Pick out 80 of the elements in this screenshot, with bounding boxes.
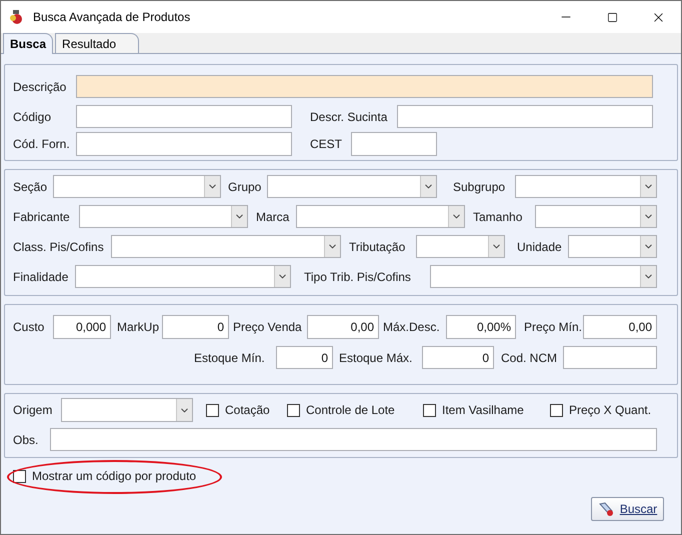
input-field[interactable]: 0,00% <box>446 315 516 339</box>
field-label: Marca <box>256 208 290 226</box>
dropdown-field[interactable] <box>53 175 221 198</box>
tab[interactable]: Resultado <box>55 33 140 53</box>
checkbox[interactable] <box>13 470 26 482</box>
chevron-down-icon <box>448 206 464 227</box>
chevron-down-icon <box>176 399 192 421</box>
chevron-down-icon <box>640 266 656 287</box>
dropdown-field[interactable] <box>568 235 657 258</box>
field-label: Class. Pis/Cofins <box>13 238 105 256</box>
field-label: Grupo <box>228 178 262 196</box>
dropdown-field[interactable] <box>515 175 657 198</box>
field-label: Cotação <box>225 402 270 419</box>
input-field[interactable] <box>76 132 292 156</box>
chevron-down-icon <box>640 236 656 257</box>
chevron-down-icon <box>274 266 290 287</box>
field-label: Subgrupo <box>453 178 506 196</box>
chevron-down-icon <box>420 176 436 197</box>
chevron-down-icon <box>640 206 656 227</box>
input-field[interactable]: 0 <box>276 346 333 369</box>
field-label: Preço Mín. <box>524 319 583 336</box>
input-field[interactable] <box>76 105 292 128</box>
app-icon <box>9 9 25 25</box>
field-label: Fabricante <box>13 208 71 226</box>
field-label: Descrição <box>13 78 68 96</box>
field-label: Unidade <box>517 238 563 256</box>
input-field[interactable]: 0,00 <box>583 315 657 339</box>
field-label: Tipo Trib. Pis/Cofins <box>304 268 412 286</box>
checkbox[interactable] <box>423 404 436 416</box>
chevron-down-icon <box>204 176 220 197</box>
dropdown-field[interactable] <box>111 235 341 258</box>
field-label: Estoque Máx. <box>339 350 414 366</box>
search-button[interactable]: Buscar <box>591 497 664 521</box>
chevron-down-icon <box>640 176 656 197</box>
field-label: Tributação <box>349 238 406 256</box>
input-field[interactable] <box>397 105 653 128</box>
dropdown-field[interactable] <box>430 265 657 288</box>
chevron-down-icon <box>488 236 504 257</box>
field-label: Custo <box>13 319 46 336</box>
field-label: Seção <box>13 178 48 196</box>
input-field[interactable] <box>50 428 657 451</box>
input-field[interactable]: 0 <box>162 315 229 339</box>
dropdown-field[interactable] <box>267 175 437 198</box>
checkbox[interactable] <box>206 404 219 416</box>
field-label: CEST <box>310 136 344 153</box>
field-label: Controle de Lote <box>306 402 395 419</box>
dropdown-field[interactable] <box>75 265 291 288</box>
field-label: Item Vasilhame <box>442 402 524 419</box>
input-field[interactable]: 0,000 <box>53 315 111 339</box>
window-title: Busca Avançada de Produtos <box>33 9 190 26</box>
field-label: Código <box>13 108 52 126</box>
tab[interactable]: Busca <box>3 33 54 54</box>
input-field[interactable]: 0 <box>422 346 494 369</box>
checkbox[interactable] <box>550 404 563 416</box>
field-label: Preço Venda <box>233 319 303 336</box>
field-label: Cod. NCM <box>501 350 558 366</box>
dropdown-field[interactable] <box>61 398 193 422</box>
dropdown-field[interactable] <box>296 205 465 228</box>
field-label: Tamanho <box>473 208 524 226</box>
input-field[interactable] <box>76 75 653 98</box>
input-field[interactable]: 0,00 <box>307 315 379 339</box>
checkbox[interactable] <box>287 404 300 416</box>
field-label: Preço X Quant. <box>569 402 652 419</box>
input-field[interactable] <box>351 132 437 156</box>
dropdown-field[interactable] <box>79 205 248 228</box>
field-label: Origem <box>13 402 54 419</box>
chevron-down-icon <box>324 236 340 257</box>
field-label: Estoque Mín. <box>194 350 266 366</box>
field-label: Máx.Desc. <box>383 319 441 336</box>
chevron-down-icon <box>231 206 247 227</box>
dropdown-field[interactable] <box>416 235 505 258</box>
field-label: Descr. Sucinta <box>310 108 388 126</box>
field-label: MarkUp <box>117 319 160 336</box>
flashlight-icon <box>598 501 614 517</box>
field-label: Mostrar um código por produto <box>32 468 196 485</box>
field-label: Cód. Forn. <box>13 136 71 153</box>
input-field[interactable] <box>563 346 657 369</box>
dropdown-field[interactable] <box>535 205 657 228</box>
field-label: Obs. <box>13 432 40 448</box>
field-label: Finalidade <box>13 268 70 286</box>
